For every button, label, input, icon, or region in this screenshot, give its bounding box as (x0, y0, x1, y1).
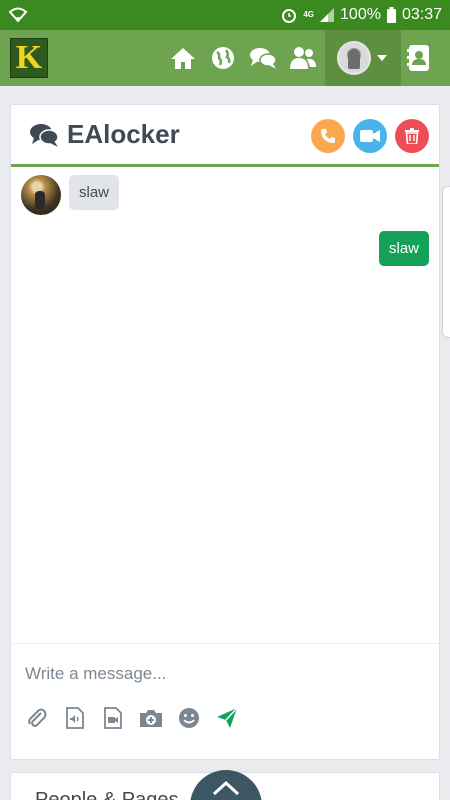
list-item: slaw (21, 175, 120, 215)
trash-icon (405, 128, 419, 144)
emoji-icon[interactable] (177, 706, 201, 730)
avatar[interactable] (21, 175, 61, 215)
globe-icon[interactable] (208, 43, 238, 73)
profile-menu-button[interactable] (325, 30, 401, 86)
chat-title: EAlocker (67, 119, 180, 149)
video-call-button[interactable] (353, 119, 387, 153)
video-file-icon[interactable] (101, 706, 125, 730)
chat-actions (311, 119, 429, 153)
audio-file-icon[interactable] (63, 706, 87, 730)
message-input[interactable] (25, 658, 425, 690)
contacts-icon[interactable] (404, 42, 434, 74)
signal-icon (320, 8, 335, 22)
battery-icon (386, 7, 396, 23)
alarm-icon (282, 9, 297, 23)
phone-icon (321, 129, 335, 143)
message-composer (11, 643, 439, 759)
message-list[interactable]: slaw slaw (11, 170, 439, 640)
top-navbar: K (0, 30, 450, 86)
call-button[interactable] (311, 119, 345, 153)
camera-icon[interactable] (139, 706, 163, 730)
incoming-message: slaw (69, 175, 120, 210)
chat-panel: EAlocker slaw slaw (10, 104, 440, 760)
chevron-down-icon (377, 55, 387, 61)
people-pages-title: People & Pages (35, 789, 179, 800)
nav-icons (168, 30, 318, 86)
video-icon (360, 130, 380, 142)
chat-bubbles-icon (30, 123, 59, 147)
battery-percent: 100% (340, 6, 381, 23)
friends-icon[interactable] (288, 43, 318, 73)
avatar (337, 41, 371, 75)
chevron-up-icon (212, 780, 240, 796)
status-left (8, 7, 28, 23)
attach-icon[interactable] (25, 706, 49, 730)
delete-chat-button[interactable] (395, 119, 429, 153)
send-icon[interactable] (215, 706, 239, 730)
chat-icon[interactable] (248, 43, 278, 73)
outgoing-message: slaw (378, 231, 429, 266)
network-type: 4G (303, 10, 315, 19)
logo[interactable]: K (10, 38, 48, 78)
status-bar: 4G 100% 03:37 (0, 0, 450, 30)
wifi-icon (8, 7, 28, 23)
composer-tools (25, 706, 239, 730)
list-item: slaw (378, 231, 429, 266)
chat-header: EAlocker (11, 105, 439, 167)
side-panel-handle[interactable] (442, 186, 450, 338)
status-right: 4G 100% 03:37 (281, 6, 442, 24)
logo-letter: K (15, 39, 43, 76)
home-icon[interactable] (168, 43, 198, 73)
clock: 03:37 (401, 6, 442, 23)
